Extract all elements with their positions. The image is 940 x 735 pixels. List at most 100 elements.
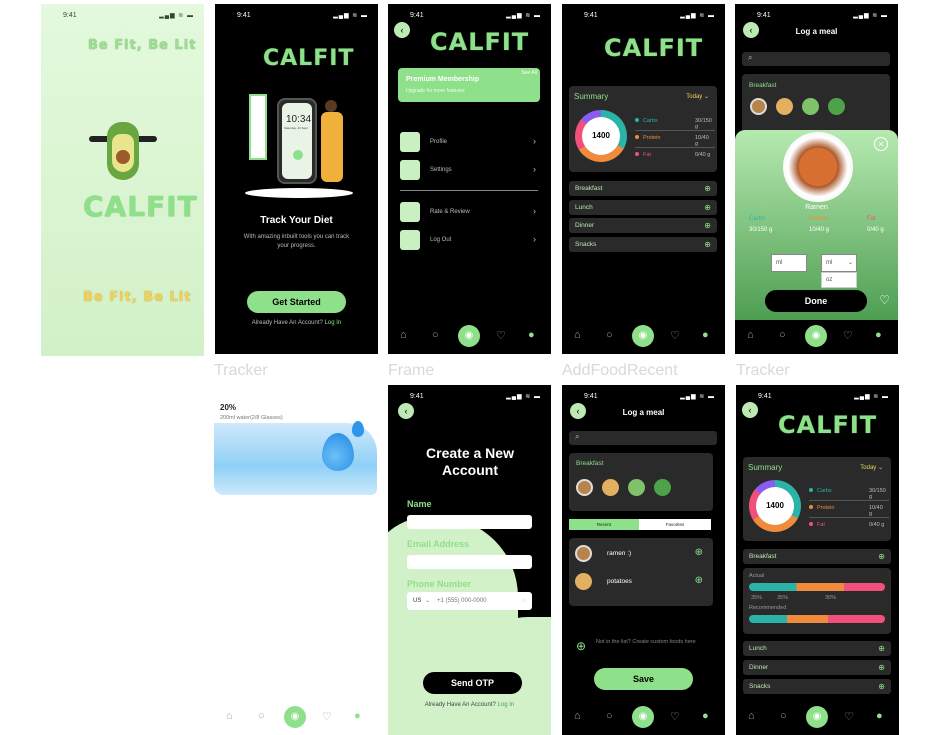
water-drop-icon: [322, 433, 354, 471]
search-icon[interactable]: ○: [258, 710, 265, 722]
help-icon[interactable]: ◌: [522, 592, 526, 610]
food-broccoli-icon[interactable]: [654, 479, 671, 496]
phone-field[interactable]: US ⌄ +1 (555) 000-0000 ◌: [407, 592, 532, 610]
see-all-badge[interactable]: See All: [521, 70, 537, 76]
meal-row-snacks[interactable]: Snacks ⊕: [569, 237, 717, 252]
tab-recent[interactable]: Recent: [569, 519, 639, 530]
search-input[interactable]: ⌕: [742, 52, 890, 66]
menu-item-rate[interactable]: Rate & Review ›: [400, 202, 540, 222]
status-bar: 9:41 ▂▄▆ ≋ ▬: [63, 12, 194, 19]
add-icon[interactable]: ⊕: [704, 218, 711, 233]
tracker-brand: CALFIT: [778, 411, 878, 439]
camera-icon[interactable]: ◉: [632, 325, 654, 347]
unit-option-oz[interactable]: oz: [821, 272, 857, 288]
quantity-input[interactable]: ml: [771, 254, 807, 272]
profile-icon[interactable]: ●: [702, 329, 709, 341]
login-link[interactable]: Log In: [325, 320, 342, 326]
close-icon[interactable]: ×: [874, 137, 888, 151]
add-icon[interactable]: ⊕: [704, 237, 711, 252]
email-field[interactable]: [407, 555, 532, 569]
hero-illustration: 10:34 Saturday, 24 Sept: [245, 90, 355, 198]
profile-icon[interactable]: ●: [876, 710, 883, 722]
unit-select[interactable]: ml ⌄: [821, 254, 857, 272]
premium-banner[interactable]: Premium Membership See All Upgrade for m…: [398, 68, 540, 102]
done-button[interactable]: Done: [765, 290, 867, 312]
search-icon[interactable]: ○: [606, 329, 613, 341]
premium-subtitle: Upgrade for more features: [406, 88, 465, 94]
back-button[interactable]: ‹: [398, 403, 414, 419]
food-potato-icon[interactable]: [776, 98, 793, 115]
list-item[interactable]: potatoes ⊕: [569, 570, 713, 594]
profile-icon[interactable]: ●: [702, 710, 709, 722]
heart-icon[interactable]: ♡: [670, 329, 680, 342]
add-icon[interactable]: ⊕: [878, 549, 885, 564]
camera-icon[interactable]: ◉: [632, 706, 654, 728]
detail-protein: Protein 10/40 g: [809, 216, 830, 233]
heart-icon[interactable]: ♡: [670, 710, 680, 723]
search-icon[interactable]: ○: [432, 329, 439, 341]
period-select[interactable]: Today ⌄: [860, 464, 883, 471]
add-icon[interactable]: ⊕: [878, 679, 885, 694]
heart-icon[interactable]: ♡: [844, 710, 854, 723]
camera-icon[interactable]: ◉: [805, 325, 827, 347]
food-broccoli-icon[interactable]: [828, 98, 845, 115]
profile-icon[interactable]: ●: [528, 329, 535, 341]
small-drop-icon: [352, 421, 364, 437]
meal-row-breakfast[interactable]: Breakfast ⊕: [569, 181, 717, 196]
search-icon[interactable]: ○: [606, 710, 613, 722]
menu-item-logout[interactable]: Log Out ›: [400, 230, 540, 250]
home-icon[interactable]: ⌂: [574, 329, 581, 341]
meal-row-dinner[interactable]: Dinner ⊕: [743, 660, 891, 675]
heart-icon[interactable]: ♡: [843, 329, 853, 342]
menu-item-profile[interactable]: Profile ›: [400, 132, 540, 152]
actual-bar: [749, 583, 885, 591]
name-field[interactable]: [407, 515, 532, 529]
heart-icon[interactable]: ♡: [879, 293, 890, 307]
home-icon[interactable]: ⌂: [400, 329, 407, 341]
profile-icon[interactable]: ●: [875, 329, 882, 341]
bottom-nav: ⌂ ○ ◉ ♡ ●: [214, 701, 377, 735]
tab-favorites[interactable]: Favorites: [639, 519, 711, 530]
food-potato-icon[interactable]: [602, 479, 619, 496]
camera-icon[interactable]: ◉: [458, 325, 480, 347]
home-icon[interactable]: ⌂: [748, 710, 755, 722]
status-bar: 9:41 ▂▄▆ ≋ ▬: [757, 12, 888, 19]
meal-row-lunch[interactable]: Lunch ⊕: [569, 200, 717, 215]
heart-icon[interactable]: ♡: [322, 710, 332, 723]
save-button[interactable]: Save: [594, 668, 693, 690]
period-select[interactable]: Today ⌄: [686, 93, 709, 100]
profile-icon[interactable]: ●: [354, 710, 361, 722]
home-icon[interactable]: ⌂: [747, 329, 754, 341]
add-icon[interactable]: ⊕: [695, 575, 703, 586]
country-select[interactable]: US: [413, 592, 421, 610]
add-icon[interactable]: ⊕: [695, 547, 703, 558]
food-cabbage-icon[interactable]: [802, 98, 819, 115]
meal-row-lunch[interactable]: Lunch ⊕: [743, 641, 891, 656]
food-ramen-icon[interactable]: [576, 479, 593, 496]
add-icon[interactable]: ⊕: [704, 200, 711, 215]
home-icon[interactable]: ⌂: [574, 710, 581, 722]
add-icon[interactable]: ⊕: [878, 641, 885, 656]
send-otp-button[interactable]: Send OTP: [423, 672, 522, 694]
menu-item-settings[interactable]: Settings ›: [400, 160, 540, 180]
food-ramen-icon[interactable]: [750, 98, 767, 115]
back-button[interactable]: ‹: [742, 402, 758, 418]
food-cabbage-icon[interactable]: [628, 479, 645, 496]
camera-icon[interactable]: ◉: [806, 706, 828, 728]
meal-row-breakfast[interactable]: Breakfast ⊕: [743, 549, 891, 564]
home-icon[interactable]: ⌂: [226, 710, 233, 722]
search-input[interactable]: ⌕: [569, 431, 717, 445]
get-started-button[interactable]: Get Started: [247, 291, 346, 313]
meal-row-snacks[interactable]: Snacks ⊕: [743, 679, 891, 694]
camera-icon[interactable]: ◉: [284, 706, 306, 728]
search-icon[interactable]: ○: [779, 329, 786, 341]
login-link[interactable]: Log In: [498, 702, 515, 708]
meal-row-dinner[interactable]: Dinner ⊕: [569, 218, 717, 233]
back-button[interactable]: ‹: [394, 22, 410, 38]
list-item[interactable]: ramen :) ⊕: [569, 542, 713, 566]
heart-icon[interactable]: ♡: [496, 329, 506, 342]
add-icon[interactable]: ⊕: [878, 660, 885, 675]
custom-food-link[interactable]: ⊕ Not in the list? Create custom foods h…: [576, 639, 716, 657]
search-icon[interactable]: ○: [780, 710, 787, 722]
add-icon[interactable]: ⊕: [704, 181, 711, 196]
